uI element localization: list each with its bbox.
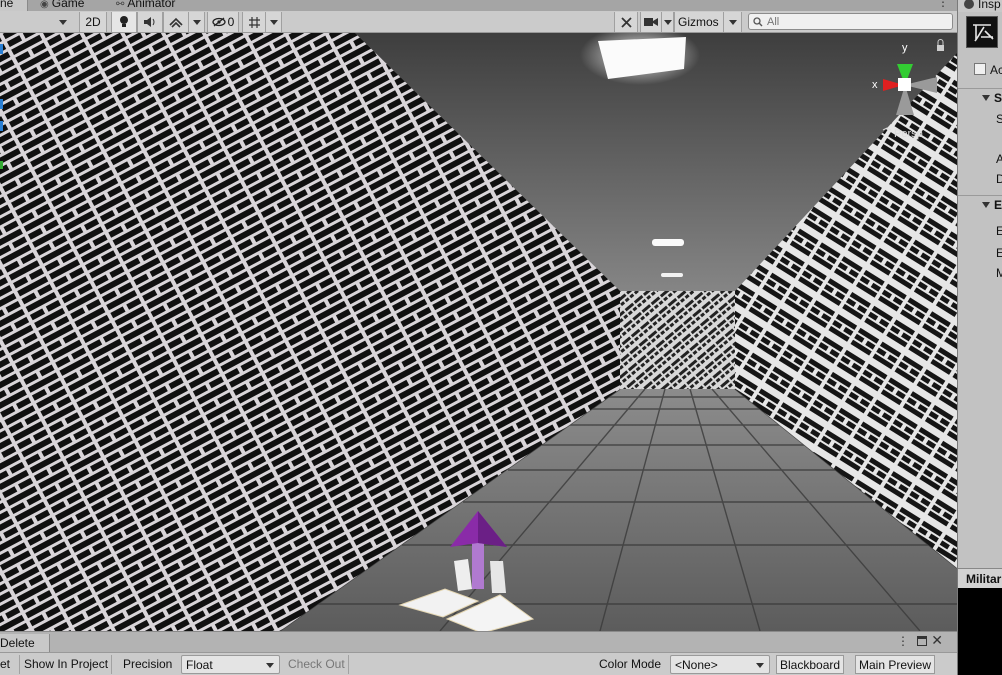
tab-animator-label: Animator bbox=[127, 0, 176, 10]
effects-icon bbox=[169, 17, 183, 28]
grid-dropdown[interactable] bbox=[266, 12, 282, 32]
save-asset-button[interactable]: et bbox=[0, 655, 20, 674]
search-icon bbox=[753, 17, 763, 27]
chevron-down-icon bbox=[192, 19, 201, 25]
editor-tab-strip: ne ◉ Game ⚯ Animator ⋮ bbox=[0, 0, 957, 11]
tab-game-label: Game bbox=[51, 0, 85, 10]
tools-button[interactable] bbox=[614, 12, 638, 32]
effects-toggle[interactable] bbox=[163, 12, 189, 32]
lighting-toggle[interactable] bbox=[111, 12, 137, 32]
precision-dropdown[interactable]: Float bbox=[181, 655, 280, 674]
grid-icon bbox=[248, 16, 260, 28]
info-icon bbox=[964, 0, 974, 9]
gamepad-icon: ◉ bbox=[40, 0, 49, 10]
section-title-2: E bbox=[994, 198, 1002, 212]
tab-delete[interactable]: Delete bbox=[0, 634, 50, 653]
chevron-down-icon bbox=[59, 19, 67, 25]
panel-kebab-icon[interactable]: ⋮ bbox=[897, 634, 909, 648]
shader-graph-toolbar: et Show In Project Precision Float Check… bbox=[0, 652, 957, 675]
tab-inspector-label: Insp bbox=[978, 0, 1001, 11]
camera-dropdown[interactable] bbox=[662, 12, 674, 32]
preview-title: Militar bbox=[958, 568, 1002, 588]
tab-game[interactable]: ◉ Game bbox=[36, 0, 88, 11]
precision-label: Precision bbox=[123, 657, 173, 671]
tab-scene[interactable]: ne bbox=[0, 0, 28, 11]
scene-search[interactable] bbox=[748, 13, 953, 30]
lock-icon[interactable] bbox=[937, 45, 944, 51]
ceiling-light-2 bbox=[652, 239, 684, 246]
grid-toggle[interactable] bbox=[242, 12, 266, 32]
lightbulb-icon bbox=[120, 16, 128, 27]
color-mode-value: <None> bbox=[675, 658, 718, 672]
back-wall bbox=[620, 291, 735, 389]
gizmo-x-label: x bbox=[872, 79, 878, 91]
color-mode-label: Color Mode bbox=[599, 657, 662, 671]
chevron-down-icon bbox=[266, 663, 274, 668]
scene-visibility-toggle[interactable]: 0 bbox=[207, 12, 239, 32]
maximize-icon[interactable] bbox=[917, 636, 927, 646]
chevron-down-icon bbox=[728, 19, 737, 25]
foldout-arrow-icon[interactable] bbox=[982, 95, 990, 101]
field-label: E bbox=[996, 246, 1002, 260]
field-label: A bbox=[996, 152, 1002, 166]
camera-icon bbox=[644, 18, 658, 26]
main-preview-toggle[interactable]: Main Preview bbox=[855, 655, 936, 674]
field-label: D bbox=[996, 172, 1002, 186]
divider bbox=[958, 195, 1002, 196]
gizmos-dropdown[interactable] bbox=[724, 12, 742, 32]
field-label: S bbox=[996, 112, 1002, 126]
bottom-panel-tabs: Delete ⋮ ✕ bbox=[0, 631, 957, 653]
hidden-count: 0 bbox=[227, 15, 235, 29]
color-mode-dropdown[interactable]: <None> bbox=[670, 655, 770, 674]
scene-toolbar: 2D 0 Gizmos bbox=[0, 11, 957, 33]
field-label: E bbox=[996, 224, 1002, 238]
gizmos-button[interactable]: Gizmos bbox=[674, 12, 724, 32]
ceiling-light-3 bbox=[661, 273, 683, 277]
draw-mode-dropdown[interactable] bbox=[52, 12, 74, 32]
gizmo-y-label: y bbox=[902, 42, 908, 54]
eye-slash-icon bbox=[212, 17, 226, 27]
kebab-menu-icon[interactable]: ⋮ bbox=[937, 0, 949, 9]
animator-icon: ⚯ bbox=[116, 0, 125, 10]
preview-area bbox=[958, 588, 1002, 675]
check-out-button[interactable]: Check Out bbox=[285, 655, 349, 674]
field-label: M bbox=[996, 266, 1002, 280]
speaker-icon bbox=[144, 17, 155, 27]
foldout-arrow-icon[interactable] bbox=[982, 202, 990, 208]
tab-inspector[interactable]: Insp bbox=[958, 0, 1002, 12]
section-title-1: S bbox=[994, 91, 1002, 105]
tab-animator[interactable]: ⚯ Animator bbox=[112, 0, 179, 11]
inspector-panel: Insp Ac S S A D E E E M Militar bbox=[957, 0, 1002, 675]
tools-icon bbox=[620, 16, 632, 28]
chevron-down-icon bbox=[756, 663, 764, 668]
active-checkbox[interactable] bbox=[974, 63, 986, 75]
show-in-project-button[interactable]: Show In Project bbox=[21, 655, 113, 674]
blackboard-toggle[interactable]: Blackboard bbox=[776, 655, 845, 674]
active-label: Ac bbox=[990, 63, 1002, 77]
scene-viewport[interactable]: y x Persp bbox=[0, 33, 957, 631]
audio-toggle[interactable] bbox=[137, 12, 163, 32]
scene-render: y x Persp bbox=[0, 33, 957, 631]
chevron-down-icon bbox=[663, 19, 672, 25]
chevron-down-icon bbox=[269, 19, 278, 25]
divider bbox=[958, 88, 1002, 89]
asset-preview-icon bbox=[973, 24, 994, 42]
close-icon[interactable]: ✕ bbox=[931, 632, 943, 649]
precision-value: Float bbox=[186, 658, 213, 672]
search-input[interactable] bbox=[767, 14, 947, 29]
camera-button[interactable] bbox=[640, 12, 662, 32]
persp-label[interactable]: Persp bbox=[894, 128, 923, 140]
asset-thumbnail bbox=[966, 16, 998, 48]
mode-2d-button[interactable]: 2D bbox=[79, 12, 107, 32]
effects-dropdown[interactable] bbox=[189, 12, 205, 32]
